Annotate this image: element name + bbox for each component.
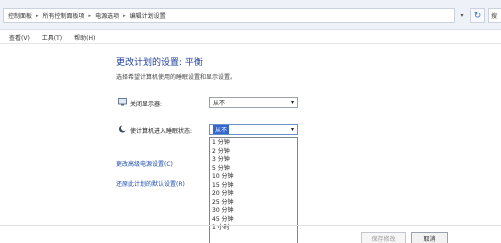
save-button[interactable]: 保存修改 (361, 232, 406, 243)
sleep-option-5min[interactable]: 5 分钟 (212, 165, 297, 174)
sleep-option-30min[interactable]: 30 分钟 (212, 207, 297, 216)
menu-tools[interactable]: 工具(T) (42, 33, 62, 42)
page-title: 更改计划的设置: 平衡 (116, 58, 203, 68)
sleep-option-10min[interactable]: 10 分钟 (212, 173, 297, 182)
menu-help[interactable]: 帮助(H) (74, 33, 95, 42)
sleep-value: 从不 (213, 125, 230, 134)
sleep-option-3min[interactable]: 3 分钟 (212, 156, 297, 165)
display-off-value: 从不 (213, 100, 226, 107)
sleep-option-1min[interactable]: 1 分钟 (212, 139, 297, 148)
sleep-label: 使计算机进入睡眠状态: (130, 128, 193, 135)
search-input[interactable]: 搜 (488, 8, 501, 23)
breadcrumb-item-edit-plan[interactable]: 编辑计划设置 (130, 11, 166, 20)
breadcrumb-item-all-items[interactable]: 所有控制面板项 (43, 11, 85, 20)
breadcrumb-separator-icon[interactable]: ▸ (36, 13, 39, 19)
breadcrumb[interactable]: 控制面板 ▸ 所有控制面板项 ▸ 电源选项 ▸ 编辑计划设置 (3, 8, 455, 23)
menu-bar: 查看(V) 工具(T) 帮助(H) (0, 31, 501, 44)
sleep-option-20min[interactable]: 20 分钟 (212, 190, 297, 199)
footer-divider (0, 225, 501, 226)
breadcrumb-separator-icon[interactable]: ▸ (89, 13, 92, 19)
breadcrumb-item-power-options[interactable]: 电源选项 (95, 11, 119, 20)
advanced-power-settings-link[interactable]: 更改高级电源设置(C) (116, 159, 173, 168)
display-off-select[interactable]: 从不 ▾ (209, 97, 298, 108)
sleep-option-45min[interactable]: 45 分钟 (212, 216, 297, 225)
sleep-option-15min[interactable]: 15 分钟 (212, 182, 297, 191)
display-off-label: 关闭显示器: (130, 101, 163, 108)
chevron-down-icon: ▾ (290, 99, 294, 106)
refresh-icon[interactable]: ↻ (470, 8, 485, 23)
address-bar: 控制面板 ▸ 所有控制面板项 ▸ 电源选项 ▸ 编辑计划设置 ▾ ↻ 搜 (0, 0, 501, 30)
monitor-icon (118, 98, 127, 106)
page-subtitle: 选择希望计算机使用的睡眠设置和显示设置。 (116, 74, 237, 81)
breadcrumb-separator-icon[interactable]: ▸ (123, 13, 126, 19)
chevron-down-icon: ▾ (290, 126, 294, 133)
cancel-button[interactable]: 取消 (411, 232, 448, 243)
restore-defaults-link[interactable]: 还原此计划的默认设置(R) (116, 179, 185, 188)
sleep-options-list: 1 分钟 2 分钟 3 分钟 5 分钟 10 分钟 15 分钟 20 分钟 25… (209, 137, 298, 243)
menu-view[interactable]: 查看(V) (9, 33, 30, 42)
sleep-option-25min[interactable]: 25 分钟 (212, 199, 297, 208)
breadcrumb-item-control-panel[interactable]: 控制面板 (8, 11, 32, 20)
sleep-select[interactable]: 从不 ▾ (209, 124, 298, 135)
sleep-option-2min[interactable]: 2 分钟 (212, 148, 297, 157)
address-dropdown-icon[interactable]: ▾ (456, 8, 468, 23)
moon-icon (119, 125, 127, 133)
